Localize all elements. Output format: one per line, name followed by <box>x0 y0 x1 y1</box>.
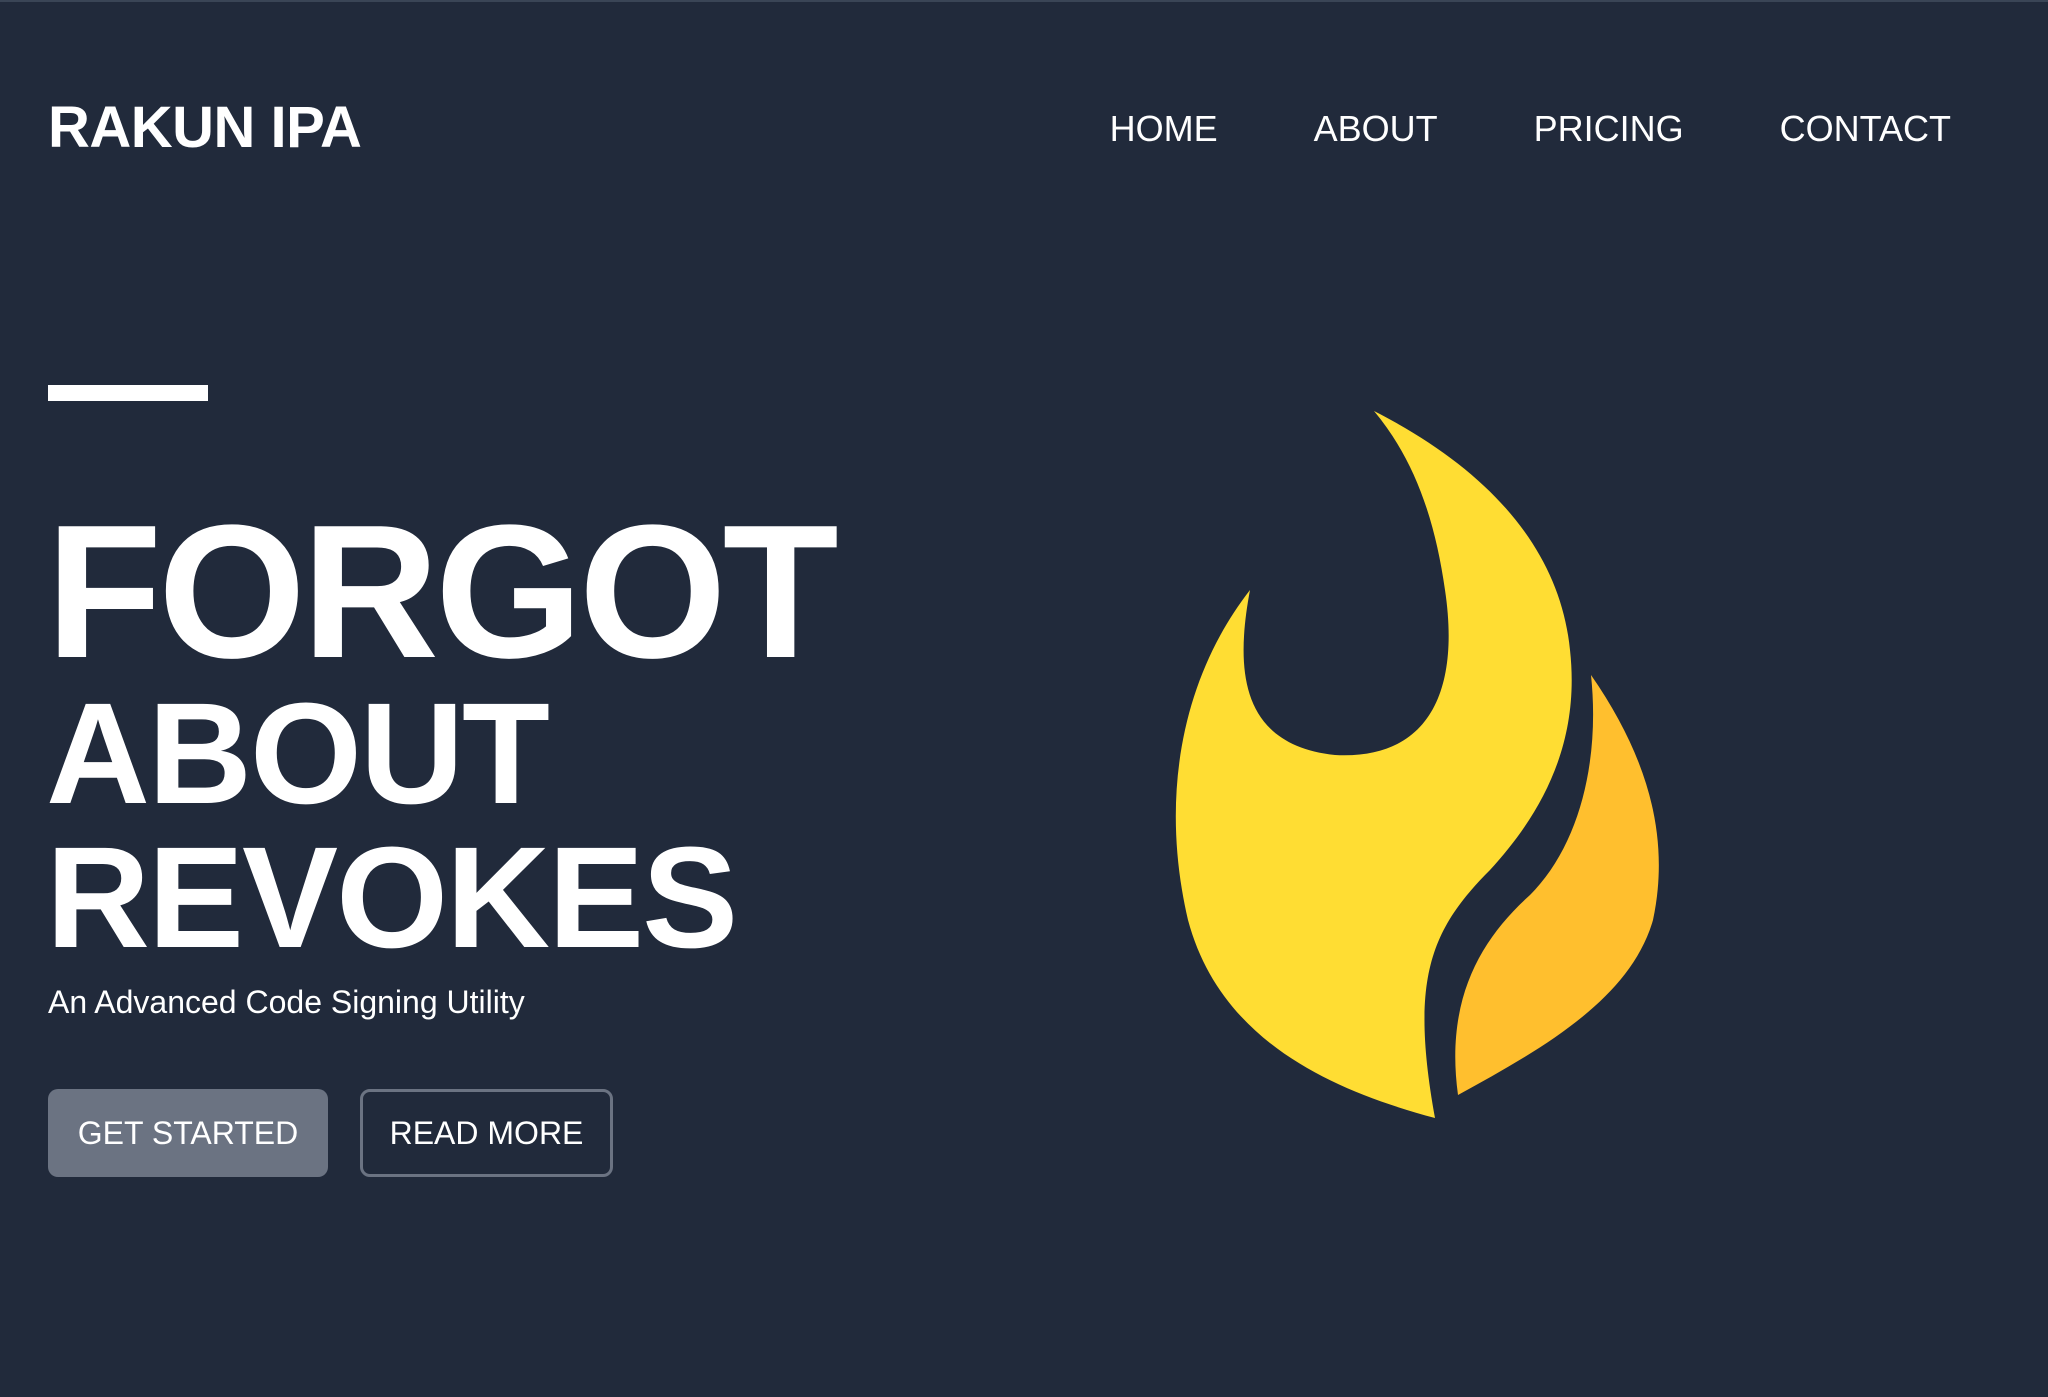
headline-line-2: ABOUT <box>46 673 550 834</box>
headline-line-1: FORGOT <box>46 486 839 698</box>
nav-pricing-link[interactable]: PRICING <box>1534 105 1684 153</box>
nav-home-link[interactable]: HOME <box>1110 105 1218 153</box>
main-nav: HOME ABOUT PRICING CONTACT <box>1014 105 1951 153</box>
get-started-button[interactable]: GET STARTED <box>48 1089 328 1177</box>
accent-bar <box>48 385 208 401</box>
hero-headline: FORGOT ABOUT REVOKES <box>46 486 839 978</box>
nav-about-link[interactable]: ABOUT <box>1314 105 1438 153</box>
flame-icon <box>1175 411 1659 1118</box>
headline-line-3: REVOKES <box>46 817 738 978</box>
top-border <box>0 0 2048 2</box>
hero-tagline: An Advanced Code Signing Utility <box>48 984 525 1020</box>
brand-logo-text[interactable]: RAKUN IPA <box>48 96 362 160</box>
read-more-button[interactable]: READ MORE <box>360 1089 613 1177</box>
nav-contact-link[interactable]: CONTACT <box>1780 105 1951 153</box>
